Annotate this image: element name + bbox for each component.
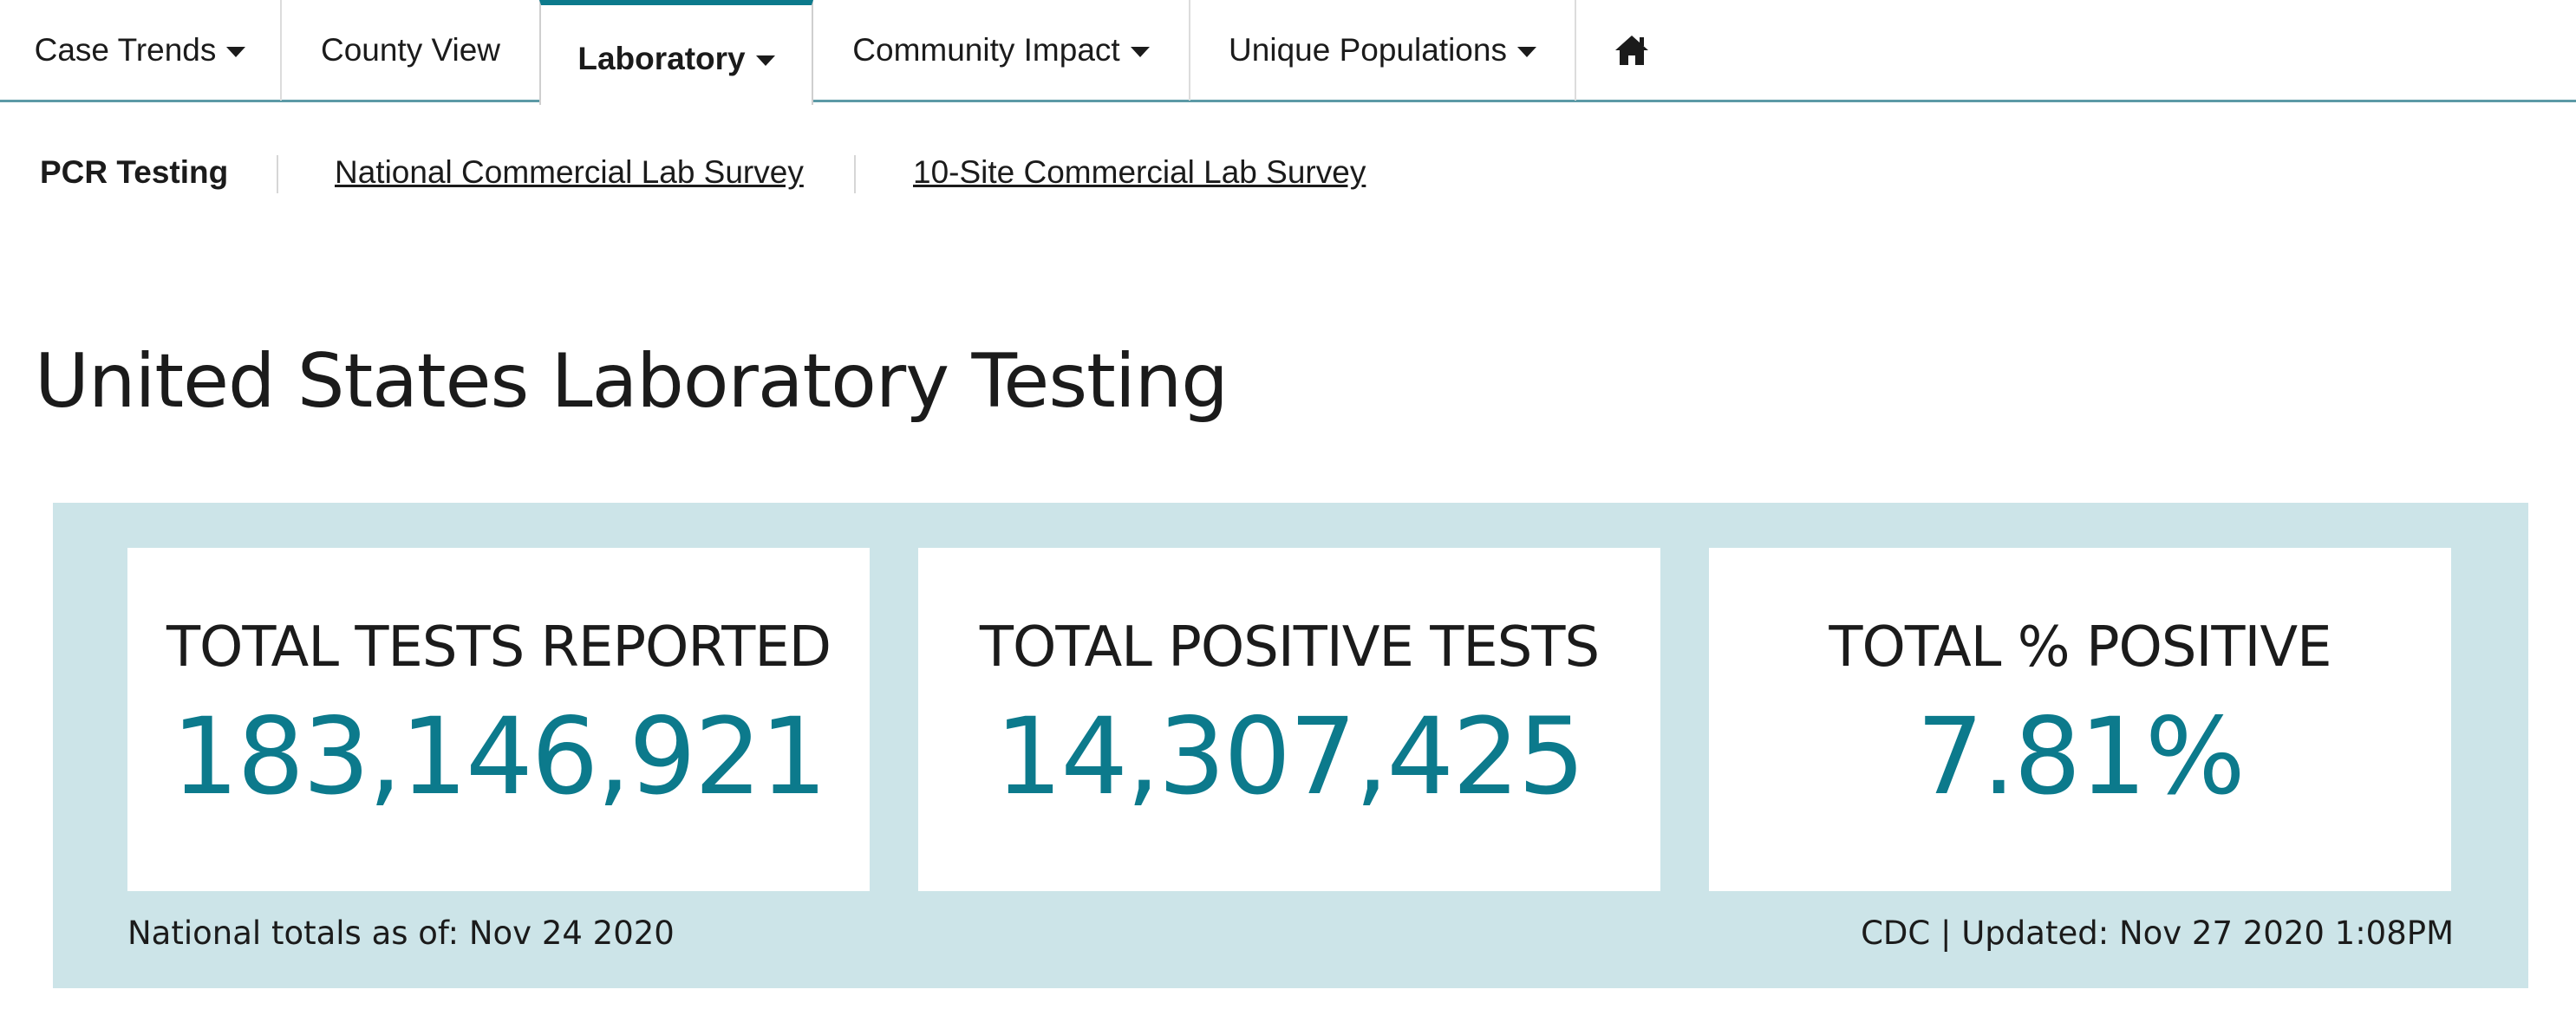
stat-label: TOTAL POSITIVE TESTS	[979, 615, 1600, 680]
page-title: United States Laboratory Testing	[35, 338, 1229, 425]
stat-card-percent-positive: TOTAL % POSITIVE 7.81%	[1709, 548, 2451, 891]
tab-county-view[interactable]: County View	[282, 0, 539, 101]
as-of-note: National totals as of: Nov 24 2020	[127, 915, 675, 952]
tab-label: Unique Populations	[1229, 32, 1507, 68]
tab-label: Community Impact	[852, 32, 1120, 68]
subnav-10-site-commercial-lab-survey[interactable]: 10-Site Commercial Lab Survey	[913, 154, 1366, 191]
caret-down-icon	[1516, 47, 1536, 57]
subnav-national-commercial-lab-survey[interactable]: National Commercial Lab Survey	[335, 154, 804, 191]
caret-down-icon	[226, 47, 246, 57]
tab-case-trends[interactable]: Case Trends	[0, 0, 280, 101]
subnav-pcr-testing: PCR Testing	[40, 154, 229, 190]
stat-label: TOTAL TESTS REPORTED	[166, 615, 831, 680]
tab-label: Laboratory	[577, 40, 746, 76]
home-button[interactable]	[1576, 0, 1687, 101]
home-icon	[1615, 36, 1648, 65]
stat-card-total-tests: TOTAL TESTS REPORTED 183,146,921	[127, 548, 870, 891]
tab-community-impact[interactable]: Community Impact	[813, 0, 1189, 101]
tab-laboratory[interactable]: Laboratory	[539, 0, 813, 105]
stat-card-total-positive: TOTAL POSITIVE TESTS 14,307,425	[918, 548, 1660, 891]
stat-value: 14,307,425	[995, 695, 1586, 818]
caret-down-icon	[755, 55, 775, 66]
stat-value: 7.81%	[1916, 695, 2246, 818]
caret-down-icon	[1130, 47, 1150, 57]
subnav-divider	[277, 155, 278, 193]
subnav-divider	[854, 155, 856, 193]
stat-value: 183,146,921	[171, 695, 827, 818]
stat-label: TOTAL % POSITIVE	[1829, 615, 2331, 680]
tab-label: County View	[320, 32, 501, 68]
updated-note: CDC | Updated: Nov 27 2020 1:08PM	[1861, 915, 2454, 952]
tab-unique-populations[interactable]: Unique Populations	[1190, 0, 1575, 101]
top-navigation: Case Trends County View Laboratory Commu…	[0, 0, 2576, 105]
stats-panel: TOTAL TESTS REPORTED 183,146,921 TOTAL P…	[53, 503, 2528, 988]
tab-label: Case Trends	[34, 32, 217, 68]
